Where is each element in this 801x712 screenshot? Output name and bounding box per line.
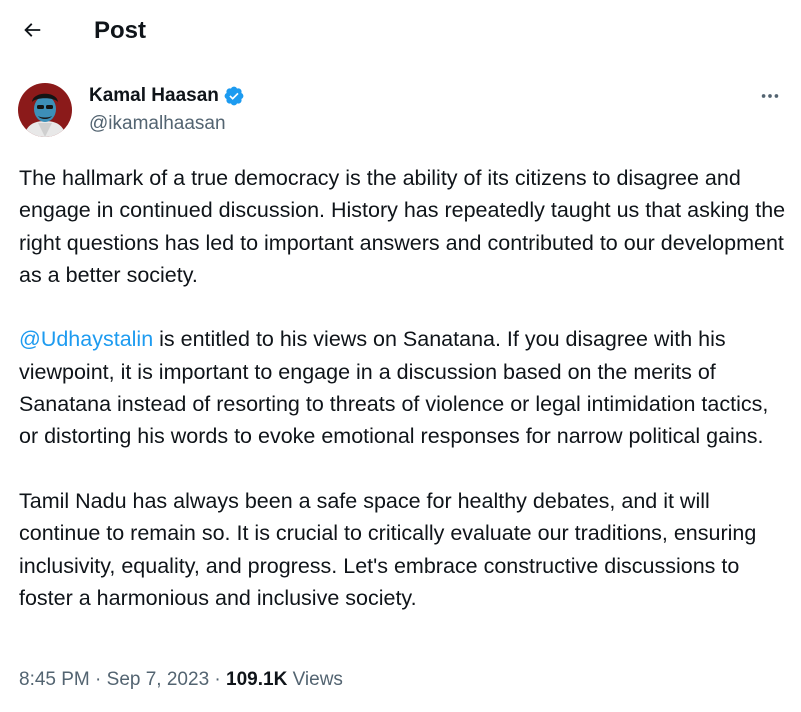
tweet-paragraph-3: Tamil Nadu has always been a safe space … xyxy=(19,488,757,610)
views-label: Views xyxy=(292,669,343,690)
author-name: Kamal Haasan xyxy=(89,85,219,106)
arrow-left-icon xyxy=(24,23,41,37)
tweet-text: The hallmark of a true democracy is the … xyxy=(19,162,789,646)
tweet-paragraph-2: @Udhaystalin is entitled to his views on… xyxy=(19,323,789,452)
author-handle[interactable]: @ikamalhaasan xyxy=(89,112,226,136)
mention-link[interactable]: @Udhaystalin xyxy=(19,327,153,351)
author-name-row[interactable]: Kamal Haasan xyxy=(89,84,245,108)
page-title: Post xyxy=(94,17,147,44)
profile-picture xyxy=(18,83,72,137)
avatar[interactable] xyxy=(18,83,72,137)
verified-badge-icon xyxy=(224,86,244,106)
meta-separator: · xyxy=(214,669,221,690)
tweet-meta: 8:45 PM · Sep 7, 2023 · 109.1K Views xyxy=(19,668,343,692)
post-time[interactable]: 8:45 PM xyxy=(19,669,90,690)
more-options-button[interactable] xyxy=(752,84,788,108)
post-date[interactable]: Sep 7, 2023 xyxy=(107,669,209,690)
more-horizontal-icon xyxy=(761,94,779,98)
views-count: 109.1K xyxy=(226,669,288,690)
back-button[interactable] xyxy=(14,12,50,48)
tweet-paragraph-1: The hallmark of a true democracy is the … xyxy=(19,166,786,287)
post-header: Post xyxy=(0,0,801,62)
meta-separator: · xyxy=(95,669,102,690)
